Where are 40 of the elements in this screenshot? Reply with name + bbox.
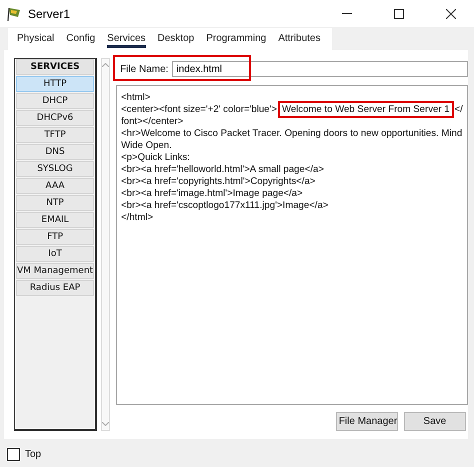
code-text: </ — [454, 104, 463, 114]
service-item[interactable]: FTP — [16, 229, 94, 245]
service-item[interactable]: AAA — [16, 178, 94, 194]
window-title: Server1 — [28, 6, 72, 20]
tab[interactable]: Config — [66, 30, 96, 48]
service-item[interactable]: TFTP — [16, 127, 94, 143]
service-item[interactable]: EMAIL — [16, 212, 94, 228]
file-manager-button[interactable]: File Manager — [336, 412, 398, 431]
code-text: <hr>Welcome to Cisco Packet Tracer. Opening doors to new opportunities. Mind — [121, 128, 462, 138]
code-text: <br><a href='copyrights.html'>Copyrights</a> — [121, 176, 316, 186]
file-name-field[interactable]: index.html — [172, 61, 468, 77]
code-text: <p>Quick Links: — [121, 152, 190, 162]
code-text: <br><a href='image.html'>Image page</a> — [121, 188, 303, 198]
service-item[interactable]: VM Management — [16, 263, 94, 279]
service-item[interactable]: SYSLOG — [16, 161, 94, 177]
code-text: <html> — [121, 92, 150, 102]
service-item[interactable]: DNS — [16, 144, 94, 160]
html-editor[interactable] — [116, 85, 468, 405]
code-text: <br><a href='helloworld.html'>A small page</a> — [121, 164, 324, 174]
code-text: font></center> — [121, 116, 184, 126]
code-text: <br><a href='cscoptlogo177x111.jpg'>Image</a> — [121, 200, 328, 210]
service-item[interactable]: IoT — [16, 246, 94, 262]
code-text: </html> — [121, 212, 154, 222]
checkbox[interactable] — [7, 448, 20, 461]
service-item[interactable]: HTTP — [16, 76, 94, 92]
field-label: File Name: — [120, 64, 168, 74]
checkbox-label: Top — [25, 449, 42, 460]
save-button[interactable]: Save — [404, 412, 466, 431]
tab[interactable]: Attributes — [278, 30, 320, 48]
tab[interactable]: Physical — [17, 30, 54, 48]
service-item[interactable]: DHCP — [16, 93, 94, 109]
code-text: <center><font size='+2' color='blue'> — [121, 104, 277, 114]
service-item[interactable]: DHCPv6 — [16, 110, 94, 126]
code-text: Wide Open. — [121, 140, 172, 150]
tab[interactable]: Programming — [206, 30, 266, 48]
service-item[interactable]: NTP — [16, 195, 94, 211]
list-header: SERVICES — [16, 59, 94, 75]
tab[interactable]: Desktop — [158, 30, 194, 48]
service-item[interactable]: Radius EAP — [16, 280, 94, 296]
highlighted-code-text: Welcome to Web Server From Server 1 — [280, 104, 451, 114]
